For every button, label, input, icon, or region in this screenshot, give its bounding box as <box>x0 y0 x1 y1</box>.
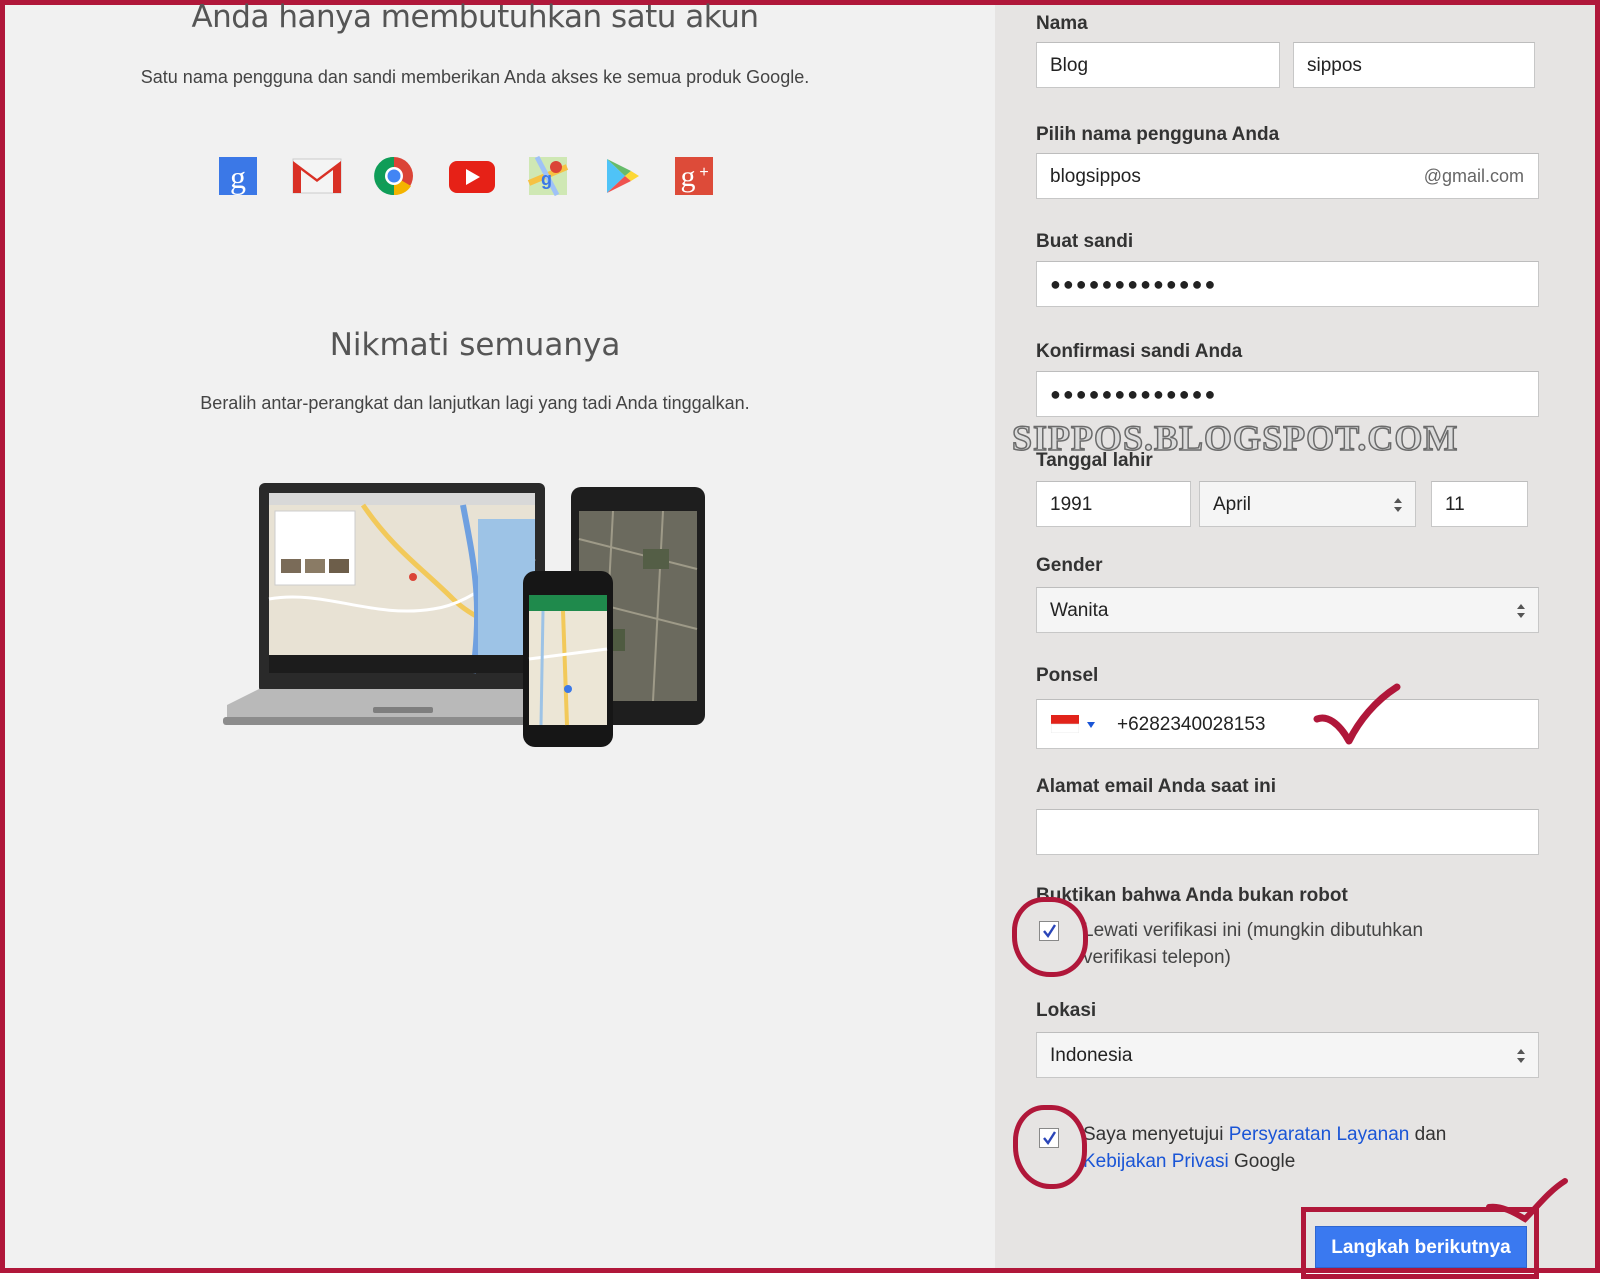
birthdate-label: Tanggal lahir <box>1036 450 1153 471</box>
terms-prefix: Saya menyetujui <box>1083 1124 1229 1145</box>
privacy-suffix: Google <box>1228 1151 1296 1172</box>
promo-subheading: Satu nama pengguna dan sandi memberikan … <box>140 67 810 87</box>
promo-panel: Anda hanya membutuhkan satu akun Satu na… <box>5 0 995 1268</box>
phone-value: +6282340028153 <box>1117 714 1266 735</box>
gmail-suffix: @gmail.com <box>1423 166 1524 186</box>
skip-verification-text: Lewati verifikasi ini (mungkin dibutuhka… <box>1083 917 1423 971</box>
enjoy-heading: Nikmati semuanya <box>329 327 621 363</box>
location-label: Lokasi <box>1036 1000 1097 1021</box>
select-arrows-icon <box>1394 498 1402 512</box>
svg-text:g: g <box>541 169 552 189</box>
svg-text:g: g <box>681 160 696 193</box>
red-checkmark-annotation <box>1313 683 1401 745</box>
select-arrows-icon <box>1517 604 1525 618</box>
current-email-label: Alamat email Anda saat ini <box>1036 776 1277 797</box>
birth-day-input[interactable]: 11 <box>1431 481 1528 527</box>
username-value: blogsippos <box>1050 166 1141 187</box>
location-select[interactable]: Indonesia <box>1036 1032 1539 1078</box>
devices-illustration <box>223 483 705 747</box>
svg-text:g: g <box>230 159 246 195</box>
robot-label: Buktikan bahwa Anda bukan robot <box>1036 885 1348 906</box>
terms-text: Saya menyetujui Persyaratan Layanan dan … <box>1083 1121 1446 1175</box>
name-label: Nama <box>1036 13 1088 34</box>
google-search-icon: g <box>219 157 257 195</box>
skip-verification-line2: verifikasi telepon) <box>1083 947 1231 968</box>
select-arrows-icon <box>1517 1049 1525 1063</box>
confirm-password-label: Konfirmasi sandi Anda <box>1036 341 1243 362</box>
maps-icon: g <box>527 155 569 197</box>
terms-of-service-link[interactable]: Persyaratan Layanan <box>1229 1124 1410 1145</box>
confirm-password-input[interactable]: ●●●●●●●●●●●●● <box>1036 371 1539 417</box>
birth-month-value: April <box>1213 494 1252 515</box>
password-label: Buat sandi <box>1036 231 1134 252</box>
youtube-icon <box>449 161 495 193</box>
current-email-input[interactable] <box>1036 809 1539 855</box>
promo-heading: Anda hanya membutuhkan satu akun <box>191 0 759 35</box>
phone-label: Ponsel <box>1036 665 1099 686</box>
gender-label: Gender <box>1036 555 1103 576</box>
first-name-input[interactable]: Blog <box>1036 42 1280 88</box>
birth-month-select[interactable]: April <box>1199 481 1416 527</box>
enjoy-subheading: Beralih antar-perangkat dan lanjutkan la… <box>200 393 750 413</box>
gender-value: Wanita <box>1050 600 1109 621</box>
red-circle-annotation <box>1013 1105 1087 1189</box>
last-name-input[interactable]: sippos <box>1293 42 1535 88</box>
password-input[interactable]: ●●●●●●●●●●●●● <box>1036 261 1539 307</box>
birth-year-input[interactable]: 1991 <box>1036 481 1191 527</box>
username-input[interactable]: blogsippos @gmail.com <box>1036 153 1539 199</box>
gender-select[interactable]: Wanita <box>1036 587 1539 633</box>
phone-input[interactable]: +6282340028153 <box>1036 699 1539 749</box>
svg-text:+: + <box>699 164 708 181</box>
product-icons: g g g + <box>217 155 737 203</box>
skip-verification-line1: Lewati verifikasi ini (mungkin dibutuhka… <box>1083 920 1424 941</box>
signup-form: Nama Blog sippos Pilih nama pengguna And… <box>995 5 1595 1279</box>
gmail-icon <box>292 158 342 194</box>
google-plus-icon: g + <box>675 157 713 195</box>
indonesia-flag-icon[interactable] <box>1051 715 1079 733</box>
chrome-icon <box>374 156 413 196</box>
terms-and: dan <box>1409 1124 1447 1145</box>
privacy-policy-link[interactable]: Kebijakan Privasi <box>1083 1151 1229 1172</box>
username-label: Pilih nama pengguna Anda <box>1036 124 1280 145</box>
location-value: Indonesia <box>1050 1045 1133 1066</box>
phone-image <box>523 571 613 747</box>
country-dropdown-icon[interactable] <box>1087 722 1095 728</box>
red-checkmark-annotation <box>1486 1178 1568 1223</box>
play-icon <box>607 159 639 193</box>
red-circle-annotation <box>1012 897 1088 977</box>
